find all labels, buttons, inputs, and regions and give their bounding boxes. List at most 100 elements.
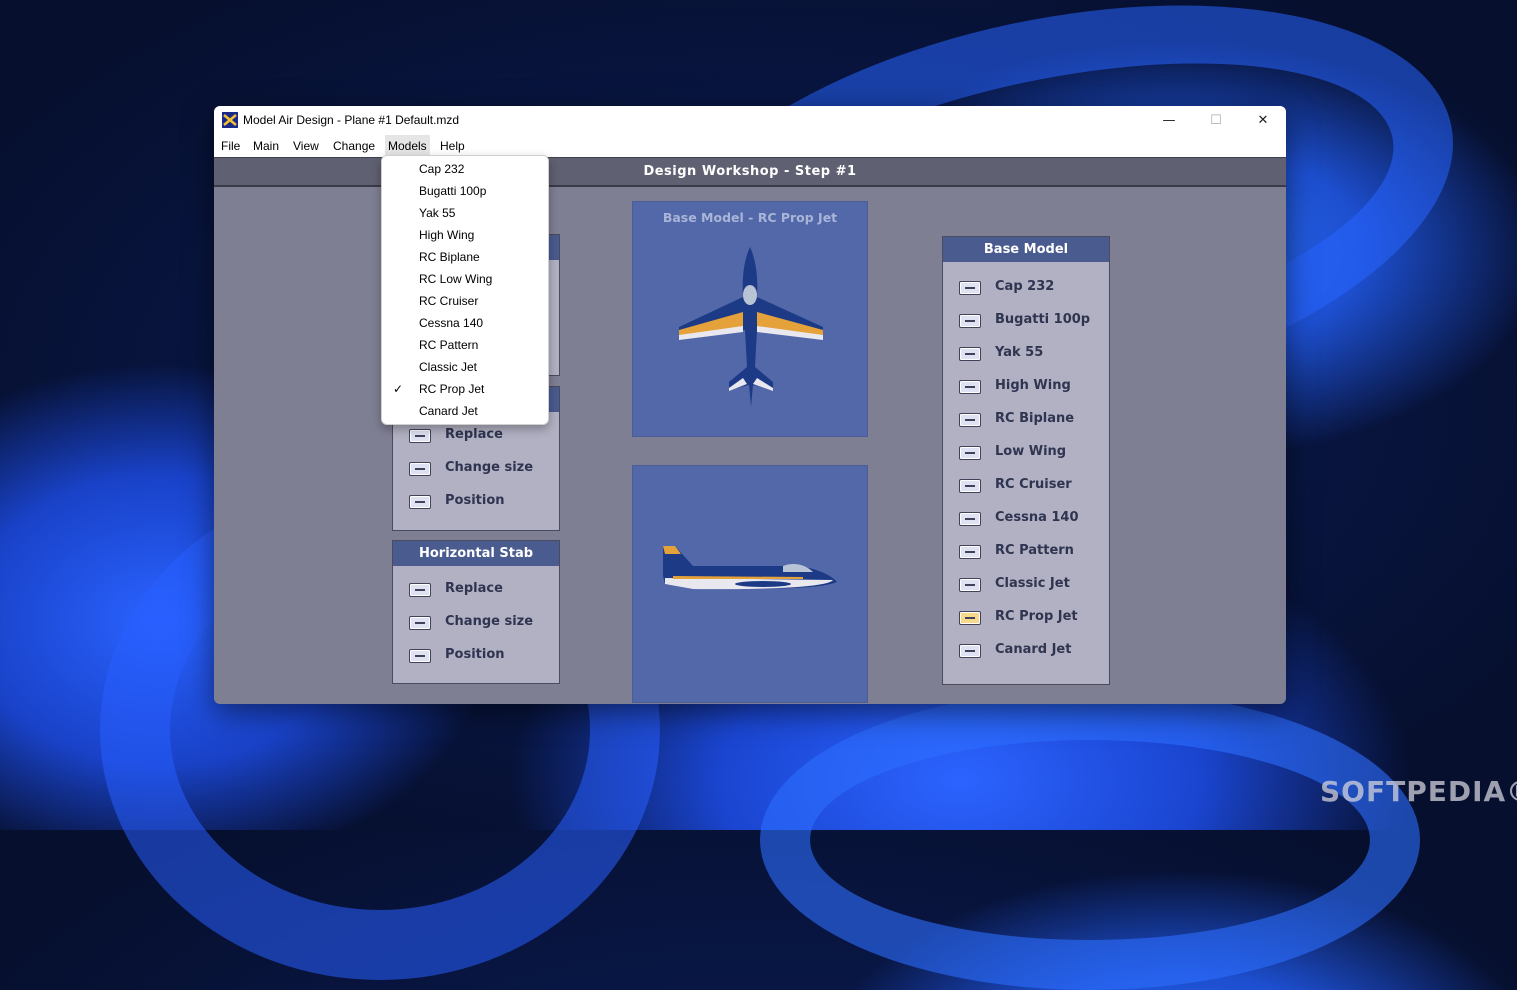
panel-header: Horizontal Stab bbox=[393, 541, 559, 566]
maximize-button[interactable]: ☐ bbox=[1193, 106, 1239, 135]
menu-item-rc-prop-jet[interactable]: ✓ RC Prop Jet bbox=[382, 378, 548, 400]
softpedia-watermark: SOFTPEDIA® bbox=[1320, 775, 1517, 808]
option-button[interactable] bbox=[959, 545, 981, 559]
position-option[interactable]: Position bbox=[393, 640, 559, 673]
app-icon bbox=[222, 112, 238, 128]
checkmark-icon: ✓ bbox=[393, 382, 404, 396]
base-model-option-rc-pattern[interactable]: RC Pattern bbox=[943, 536, 1109, 569]
menu-item-high-wing[interactable]: High Wing bbox=[382, 224, 548, 246]
menu-item-label: High Wing bbox=[419, 228, 475, 242]
base-model-option-classic-jet[interactable]: Classic Jet bbox=[943, 569, 1109, 602]
close-button[interactable]: ✕ bbox=[1240, 106, 1286, 135]
models-dropdown-menu: Cap 232 Bugatti 100p Yak 55 High Wing RC… bbox=[381, 155, 549, 425]
base-model-option-rc-prop-jet[interactable]: RC Prop Jet bbox=[943, 602, 1109, 635]
base-model-option-cessna-140[interactable]: Cessna 140 bbox=[943, 503, 1109, 536]
menu-models[interactable]: Models bbox=[385, 135, 430, 157]
option-button[interactable] bbox=[959, 281, 981, 295]
base-model-option-bugatti[interactable]: Bugatti 100p bbox=[943, 305, 1109, 338]
menu-item-cessna-140[interactable]: Cessna 140 bbox=[382, 312, 548, 334]
option-button-selected[interactable] bbox=[959, 611, 981, 625]
menu-item-rc-biplane[interactable]: RC Biplane bbox=[382, 246, 548, 268]
menu-bar: File Main View Change Models Help bbox=[214, 135, 1286, 157]
base-model-option-canard-jet[interactable]: Canard Jet bbox=[943, 635, 1109, 668]
option-label: Replace bbox=[445, 581, 503, 596]
top-view-panel: Base Model - RC Prop Jet bbox=[632, 201, 868, 437]
option-button[interactable] bbox=[959, 314, 981, 328]
change-size-option[interactable]: Change size bbox=[393, 607, 559, 640]
option-button[interactable] bbox=[409, 649, 431, 663]
menu-item-label: RC Biplane bbox=[419, 250, 480, 264]
side-view-panel bbox=[632, 465, 868, 703]
option-button[interactable] bbox=[959, 512, 981, 526]
option-button[interactable] bbox=[409, 616, 431, 630]
menu-item-label: Bugatti 100p bbox=[419, 184, 487, 198]
option-label: Change size bbox=[445, 614, 534, 629]
option-label: Change size bbox=[445, 460, 534, 475]
menu-item-canard-jet[interactable]: Canard Jet bbox=[382, 400, 548, 422]
step-title: Design Workshop - Step #1 bbox=[214, 157, 1286, 187]
menu-file[interactable]: File bbox=[218, 135, 243, 157]
base-model-option-yak-55[interactable]: Yak 55 bbox=[943, 338, 1109, 371]
app-window: Model Air Design - Plane #1 Default.mzd … bbox=[214, 106, 1286, 704]
menu-item-rc-cruiser[interactable]: RC Cruiser bbox=[382, 290, 548, 312]
menu-item-label: Canard Jet bbox=[419, 404, 478, 418]
base-model-panel: Base Model Cap 232 Bugatti 100p Yak 55 H… bbox=[942, 236, 1110, 685]
option-label: Replace bbox=[445, 427, 503, 442]
menu-item-bugatti[interactable]: Bugatti 100p bbox=[382, 180, 548, 202]
window-title: Model Air Design - Plane #1 Default.mzd bbox=[243, 113, 460, 127]
menu-item-label: RC Pattern bbox=[419, 338, 479, 352]
option-button[interactable] bbox=[959, 479, 981, 493]
base-model-option-cap-232[interactable]: Cap 232 bbox=[943, 272, 1109, 305]
menu-item-label: Yak 55 bbox=[419, 206, 456, 220]
option-label: Cap 232 bbox=[995, 279, 1055, 294]
option-label: RC Pattern bbox=[995, 543, 1074, 558]
menu-item-rc-pattern[interactable]: RC Pattern bbox=[382, 334, 548, 356]
menu-item-yak-55[interactable]: Yak 55 bbox=[382, 202, 548, 224]
replace-option[interactable]: Replace bbox=[393, 574, 559, 607]
position-option[interactable]: Position bbox=[393, 486, 559, 519]
change-size-option[interactable]: Change size bbox=[393, 453, 559, 486]
option-label: Bugatti 100p bbox=[995, 312, 1091, 327]
menu-item-label: Cap 232 bbox=[419, 162, 465, 176]
menu-item-cap-232[interactable]: Cap 232 bbox=[382, 158, 548, 180]
base-model-option-high-wing[interactable]: High Wing bbox=[943, 371, 1109, 404]
option-button[interactable] bbox=[959, 446, 981, 460]
plane-side-view-image bbox=[663, 546, 837, 590]
option-label: Canard Jet bbox=[995, 642, 1072, 657]
option-button[interactable] bbox=[409, 462, 431, 476]
base-model-option-low-wing[interactable]: Low Wing bbox=[943, 437, 1109, 470]
option-label: Cessna 140 bbox=[995, 510, 1079, 525]
option-button[interactable] bbox=[959, 380, 981, 394]
option-button[interactable] bbox=[409, 583, 431, 597]
option-label: High Wing bbox=[995, 378, 1071, 393]
option-label: RC Biplane bbox=[995, 411, 1075, 426]
option-label: Yak 55 bbox=[995, 345, 1044, 360]
option-button[interactable] bbox=[409, 429, 431, 443]
menu-main[interactable]: Main bbox=[250, 135, 282, 157]
wallpaper-swirl bbox=[760, 690, 1420, 990]
option-label: Classic Jet bbox=[995, 576, 1070, 591]
horizontal-stab-panel: Horizontal Stab Replace Change size Posi… bbox=[392, 540, 560, 684]
option-button[interactable] bbox=[959, 578, 981, 592]
option-label: Low Wing bbox=[995, 444, 1067, 459]
plane-top-view-image bbox=[679, 247, 823, 407]
base-model-option-rc-biplane[interactable]: RC Biplane bbox=[943, 404, 1109, 437]
option-label: RC Prop Jet bbox=[995, 609, 1078, 624]
panel-header: Base Model bbox=[943, 237, 1109, 262]
menu-item-rc-low-wing[interactable]: RC Low Wing bbox=[382, 268, 548, 290]
menu-help[interactable]: Help bbox=[437, 135, 468, 157]
option-label: Position bbox=[445, 647, 505, 662]
minimize-button[interactable]: — bbox=[1146, 106, 1192, 135]
option-button[interactable] bbox=[959, 644, 981, 658]
menu-item-classic-jet[interactable]: Classic Jet bbox=[382, 356, 548, 378]
title-bar: Model Air Design - Plane #1 Default.mzd … bbox=[214, 106, 1286, 135]
menu-item-label: RC Low Wing bbox=[419, 272, 493, 286]
option-button[interactable] bbox=[959, 347, 981, 361]
menu-change[interactable]: Change bbox=[330, 135, 378, 157]
option-button[interactable] bbox=[409, 495, 431, 509]
option-button[interactable] bbox=[959, 413, 981, 427]
menu-item-label: Cessna 140 bbox=[419, 316, 484, 330]
base-model-option-rc-cruiser[interactable]: RC Cruiser bbox=[943, 470, 1109, 503]
menu-view[interactable]: View bbox=[290, 135, 322, 157]
menu-item-label: RC Prop Jet bbox=[419, 382, 485, 396]
